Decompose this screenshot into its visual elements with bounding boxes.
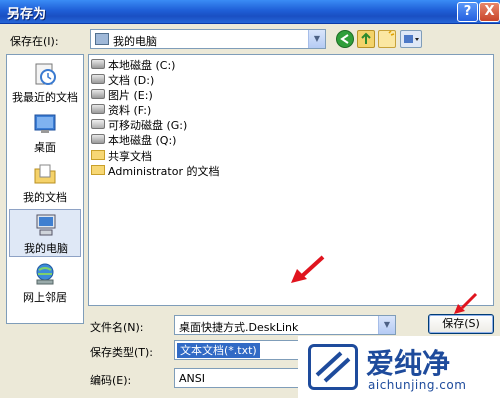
window-title: 另存为 — [7, 7, 47, 22]
views-menu-icon[interactable] — [400, 30, 422, 48]
drive-icon — [91, 59, 105, 69]
place-label: 我的电脑 — [24, 242, 68, 255]
my-documents-icon — [33, 162, 57, 186]
watermark-title: 爱纯净 — [366, 347, 451, 380]
new-folder-icon[interactable] — [378, 30, 396, 48]
my-computer-icon — [34, 213, 58, 237]
watermark-logo-icon — [308, 344, 358, 390]
network-places-icon — [33, 262, 57, 286]
place-desktop[interactable]: 桌面 — [9, 109, 81, 157]
chevron-down-icon[interactable]: ▼ — [308, 30, 325, 48]
look-in-dropdown[interactable]: 我的电脑 ▼ — [90, 29, 326, 49]
look-in-value: 我的电脑 — [113, 35, 157, 48]
filename-input[interactable]: 桌面快捷方式.DeskLink ▼ — [174, 315, 396, 335]
drive-icon — [91, 104, 105, 114]
folder-icon — [91, 165, 105, 175]
filename-label: 文件名(N): — [90, 321, 144, 334]
watermark: 爱纯净 aichunjing.com — [298, 336, 500, 398]
place-network[interactable]: 网上邻居 — [9, 259, 81, 307]
place-label: 桌面 — [34, 141, 56, 154]
place-label: 网上邻居 — [23, 291, 67, 304]
annotation-arrow — [291, 255, 325, 283]
watermark-url: aichunjing.com — [368, 378, 467, 392]
place-recent-documents[interactable]: 我最近的文档 — [9, 59, 81, 107]
place-label: 我最近的文档 — [12, 91, 78, 104]
removable-drive-icon — [91, 119, 105, 129]
desktop-icon — [33, 112, 57, 136]
up-folder-icon[interactable] — [357, 30, 375, 48]
look-in-label: 保存在(I): — [10, 35, 59, 48]
chevron-down-icon[interactable]: ▼ — [378, 316, 395, 334]
encoding-label: 编码(E): — [90, 374, 132, 387]
back-icon[interactable] — [336, 30, 354, 48]
help-button[interactable]: ? — [457, 2, 478, 22]
recent-documents-icon — [33, 62, 57, 86]
filetype-label: 保存类型(T): — [90, 346, 154, 359]
annotation-arrow — [454, 292, 478, 314]
drive-icon — [91, 74, 105, 84]
place-label: 我的文档 — [23, 191, 67, 204]
file-list[interactable]: 本地磁盘 (C:) 文档 (D:) 图片 (E:) 资料 (F:) 可移动磁盘 … — [88, 54, 494, 306]
encoding-value: ANSI — [179, 372, 205, 385]
drive-icon — [91, 89, 105, 99]
my-computer-small-icon — [95, 33, 109, 45]
close-button[interactable]: X — [479, 2, 500, 22]
drive-icon — [91, 134, 105, 144]
title-bar: 另存为 ? X — [0, 0, 500, 24]
filename-value: 桌面快捷方式.DeskLink — [179, 321, 299, 334]
places-bar: 我最近的文档 桌面 我的文档 我的电脑 网上邻居 — [6, 54, 84, 324]
place-my-computer[interactable]: 我的电脑 — [9, 209, 81, 257]
filetype-value: 文本文档(*.txt) — [177, 343, 260, 358]
place-my-documents[interactable]: 我的文档 — [9, 159, 81, 207]
folder-icon — [91, 150, 105, 160]
